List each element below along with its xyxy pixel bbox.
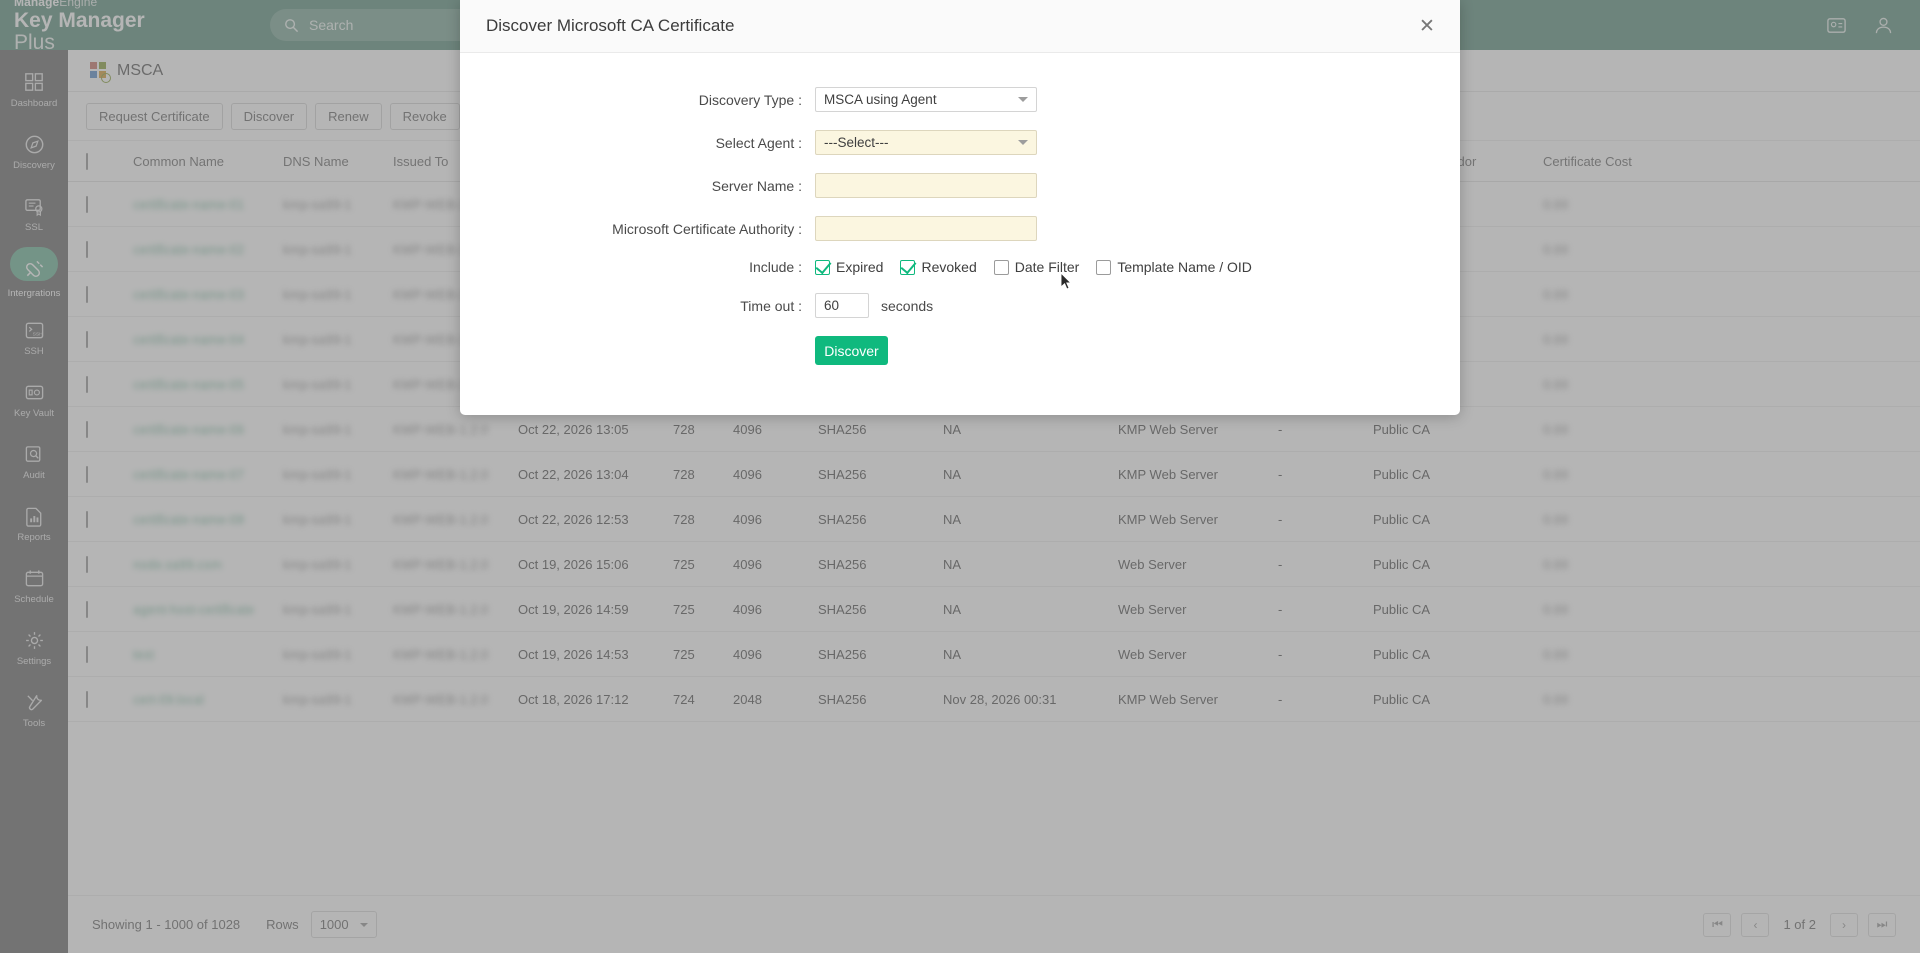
field-row-include: Include : Expired Revoked Date Filter <box>460 259 1460 275</box>
select-agent-select[interactable]: ---Select--- <box>815 130 1037 155</box>
select-agent-value: ---Select--- <box>824 135 889 150</box>
field-row-discovery-type: Discovery Type : MSCA using Agent <box>460 87 1460 112</box>
checkbox-unchecked-icon <box>994 260 1009 275</box>
discovery-type-select[interactable]: MSCA using Agent <box>815 87 1037 112</box>
include-options: Expired Revoked Date Filter Template Nam… <box>815 259 1460 275</box>
include-date-filter-checkbox[interactable]: Date Filter <box>994 259 1080 275</box>
include-label: Include : <box>460 259 815 275</box>
include-option-label: Revoked <box>921 259 976 275</box>
field-row-timeout: Time out : seconds <box>460 293 1460 318</box>
discovery-type-label: Discovery Type : <box>460 92 815 108</box>
discover-submit-button[interactable]: Discover <box>815 336 888 365</box>
server-name-input[interactable] <box>815 173 1037 198</box>
discover-msca-dialog: Discover Microsoft CA Certificate ✕ Disc… <box>460 0 1460 415</box>
include-option-label: Template Name / OID <box>1117 259 1252 275</box>
field-row-submit: Discover <box>460 336 1460 365</box>
include-option-label: Date Filter <box>1015 259 1080 275</box>
field-row-microsoft-certificate-authority: Microsoft Certificate Authority : <box>460 216 1460 241</box>
timeout-label: Time out : <box>460 298 815 314</box>
checkbox-checked-icon <box>815 260 830 275</box>
select-agent-label: Select Agent : <box>460 135 815 151</box>
dialog-title: Discover Microsoft CA Certificate <box>486 16 734 36</box>
timeout-unit-label: seconds <box>881 298 933 314</box>
include-option-label: Expired <box>836 259 883 275</box>
microsoft-certificate-authority-label: Microsoft Certificate Authority : <box>460 221 815 237</box>
close-icon[interactable]: ✕ <box>1414 13 1440 39</box>
server-name-label: Server Name : <box>460 178 815 194</box>
discovery-type-value: MSCA using Agent <box>824 92 937 107</box>
dialog-body: Discovery Type : MSCA using Agent Select… <box>460 53 1460 365</box>
field-row-server-name: Server Name : <box>460 173 1460 198</box>
checkbox-checked-icon <box>900 260 915 275</box>
include-expired-checkbox[interactable]: Expired <box>815 259 883 275</box>
checkbox-unchecked-icon <box>1096 260 1111 275</box>
field-row-select-agent: Select Agent : ---Select--- <box>460 130 1460 155</box>
include-template-name-oid-checkbox[interactable]: Template Name / OID <box>1096 259 1252 275</box>
dialog-header: Discover Microsoft CA Certificate ✕ <box>460 0 1460 53</box>
timeout-input[interactable] <box>815 293 869 318</box>
include-revoked-checkbox[interactable]: Revoked <box>900 259 976 275</box>
microsoft-certificate-authority-input[interactable] <box>815 216 1037 241</box>
